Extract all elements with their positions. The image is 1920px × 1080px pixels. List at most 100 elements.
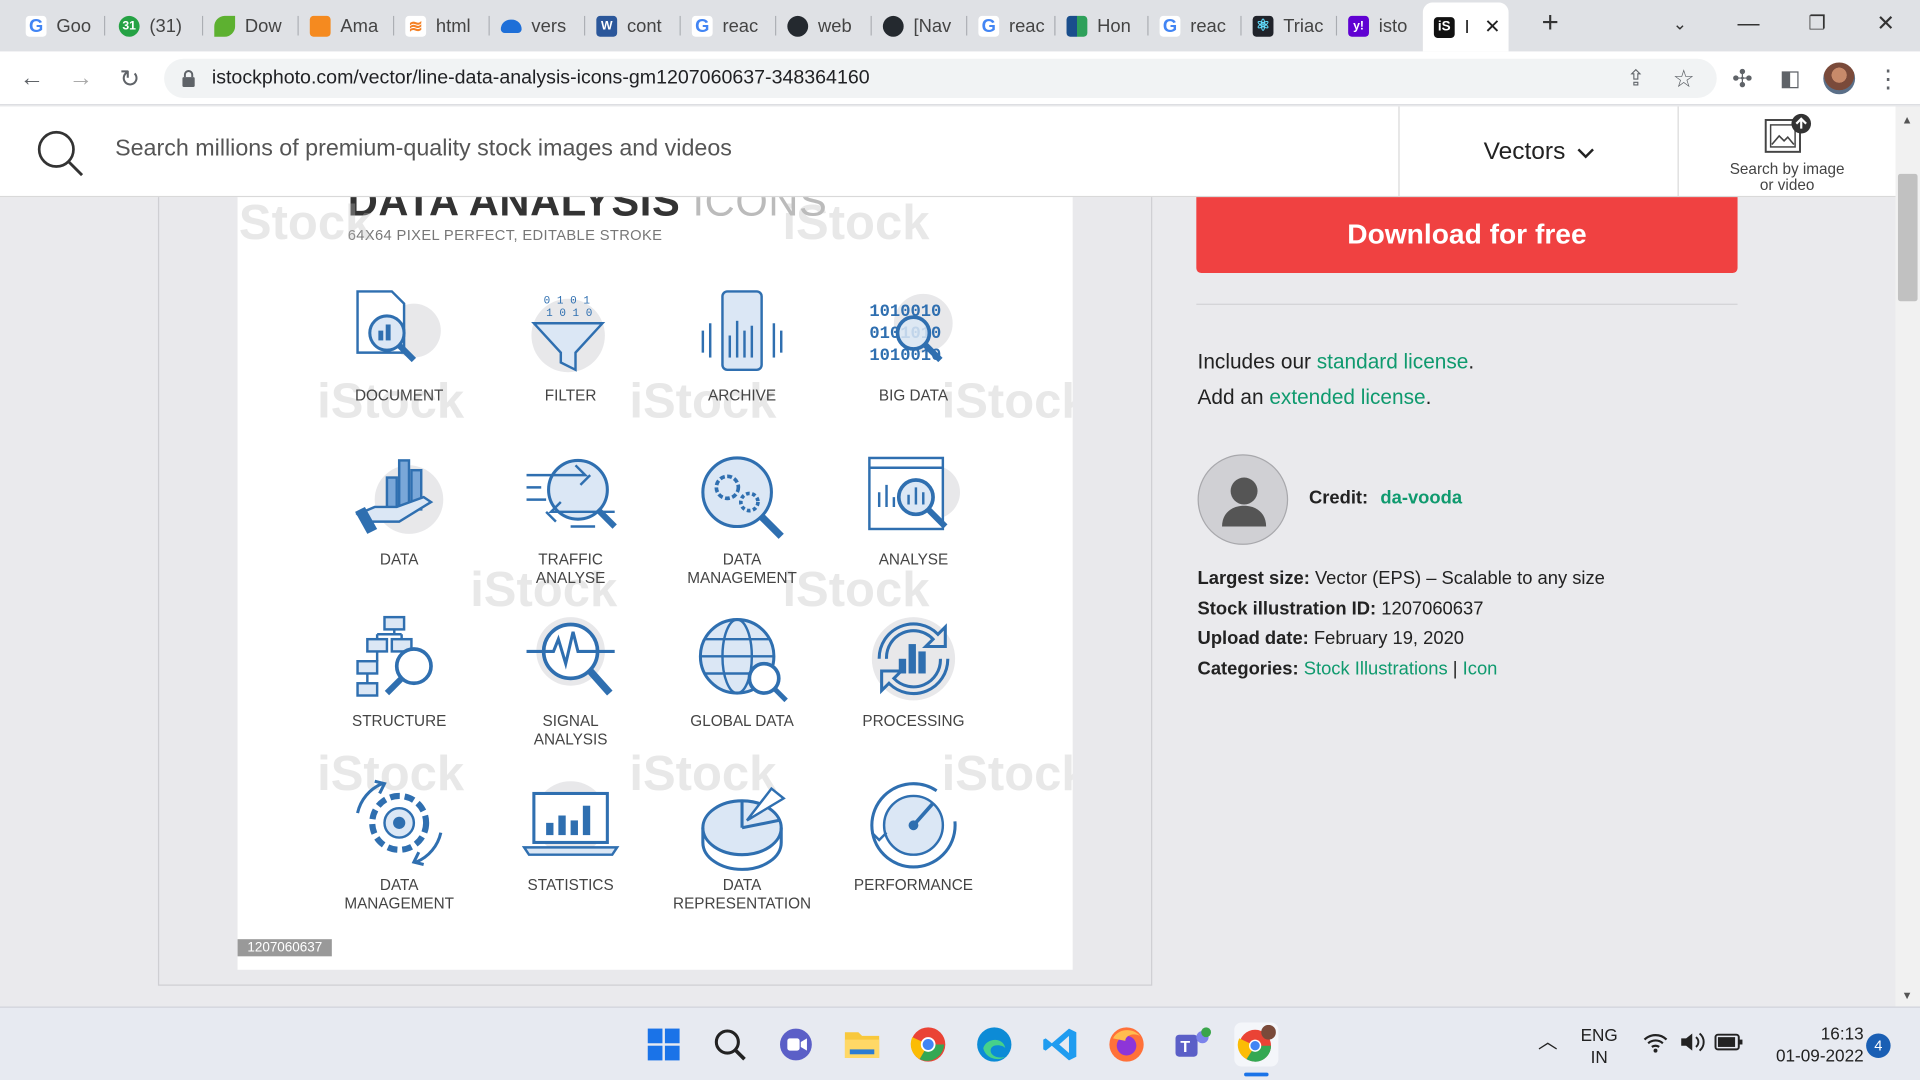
- icon-label: GLOBAL DATA: [690, 712, 794, 730]
- browser-tab[interactable]: Hon: [1056, 7, 1149, 44]
- extensions-icon[interactable]: ✣: [1725, 61, 1759, 95]
- browser-tab[interactable]: G reac: [681, 7, 777, 44]
- search-by-image-button[interactable]: Search by image or video: [1679, 107, 1896, 198]
- wifi-icon[interactable]: [1641, 1030, 1670, 1080]
- chrome-profile-icon[interactable]: [1234, 1022, 1279, 1077]
- media-type-dropdown[interactable]: Vectors: [1400, 107, 1679, 198]
- page-content: DATA ANALYSIS ICONS 64X64 PIXEL PERFECT,…: [0, 197, 1896, 1007]
- hand-chart-icon: [355, 459, 444, 534]
- back-icon[interactable]: ←: [15, 61, 49, 95]
- scrollbar-thumb[interactable]: [1897, 173, 1918, 302]
- icon-label: PERFORMANCE: [853, 876, 973, 894]
- volume-icon[interactable]: [1678, 1030, 1707, 1080]
- url-text: istockphoto.com/vector/line-data-analysi…: [211, 67, 870, 89]
- vscode-icon[interactable]: [1038, 1022, 1082, 1066]
- preview-icon-tile: TRAFFIC ANALYSE: [485, 451, 656, 588]
- preview-icon-tile: DATA: [313, 451, 484, 570]
- site-header: Vectors Search by image or video: [0, 106, 1896, 198]
- browser-tab[interactable]: G Goo: [15, 7, 106, 44]
- preview-icon-tile: PERFORMANCE: [828, 776, 999, 895]
- browser-tab[interactable]: G reac: [1149, 7, 1242, 44]
- language-indicator[interactable]: ENG IN: [1572, 1024, 1626, 1080]
- search-icon[interactable]: [708, 1022, 752, 1066]
- whatsapp-icon: 31: [118, 15, 140, 37]
- google-icon: G: [978, 15, 1000, 37]
- signal-search-icon: [526, 617, 615, 696]
- preview-icon-tile: DATA MANAGEMENT: [656, 451, 827, 588]
- category-link-icon[interactable]: Icon: [1463, 659, 1498, 680]
- browser-tab[interactable]: Dow: [203, 7, 299, 44]
- preview-image[interactable]: DATA ANALYSIS ICONS 64X64 PIXEL PERFECT,…: [237, 197, 1073, 970]
- close-tab-icon[interactable]: ✕: [1484, 15, 1500, 39]
- preview-icon-tile: PROCESSING: [828, 612, 999, 731]
- browser-tab[interactable]: ⚛ Triac: [1242, 7, 1338, 44]
- google-icon: G: [1159, 15, 1181, 37]
- funnel-icon: 0 1 0 11 0 1 0: [531, 296, 606, 373]
- browser-tab[interactable]: web: [776, 7, 872, 44]
- bookmark-star-icon[interactable]: ☆: [1667, 61, 1701, 95]
- preview-icon-tile: DATA REPRESENTATION: [656, 776, 827, 913]
- contributor-avatar[interactable]: [1197, 454, 1289, 545]
- categories-line: Categories: Stock Illustrations | Icon: [1197, 658, 1498, 680]
- windows-taskbar: T ︿ ENG IN 16:13 01-09-2022 4: [0, 1006, 1920, 1080]
- tab-label: I: [1464, 16, 1470, 38]
- browser-tab[interactable]: G reac: [967, 7, 1056, 44]
- battery-icon[interactable]: [1714, 1031, 1743, 1080]
- scroll-up-icon[interactable]: ▲: [1902, 114, 1913, 126]
- tab-label: html: [435, 15, 471, 37]
- file-explorer-icon[interactable]: [840, 1022, 884, 1066]
- browser-tab[interactable]: 31 (31): [108, 7, 204, 44]
- binary-search-icon: 101001001010101010010: [869, 293, 953, 366]
- tab-label: web: [817, 15, 852, 37]
- gears-search-icon: [701, 456, 784, 539]
- browser-tab[interactable]: [Nav: [872, 7, 968, 44]
- browser-tab-active[interactable]: iS I ✕: [1422, 2, 1509, 52]
- browser-tab[interactable]: vers: [490, 7, 586, 44]
- contributor-link[interactable]: da-vooda: [1380, 487, 1462, 508]
- chat-icon[interactable]: [774, 1022, 818, 1066]
- notification-badge[interactable]: 4: [1866, 1033, 1891, 1058]
- edge-icon[interactable]: [972, 1022, 1016, 1066]
- clock[interactable]: 16:13 01-09-2022: [1756, 1022, 1864, 1080]
- profile-avatar[interactable]: [1822, 61, 1856, 95]
- reload-icon[interactable]: ↻: [113, 61, 147, 95]
- restore-icon[interactable]: ❐: [1783, 0, 1852, 47]
- address-bar[interactable]: istockphoto.com/vector/line-data-analysi…: [164, 58, 1717, 98]
- browser-tab[interactable]: Ama: [299, 7, 395, 44]
- icon-label: PROCESSING: [862, 712, 965, 730]
- start-icon[interactable]: [642, 1022, 686, 1066]
- cycle-chart-icon: [871, 617, 956, 701]
- browser-tab[interactable]: ≋ html: [394, 7, 490, 44]
- tab-label: reac: [722, 15, 759, 37]
- search-icon[interactable]: [34, 127, 85, 185]
- media-type-label: Vectors: [1483, 137, 1566, 165]
- scroll-down-icon[interactable]: ▼: [1902, 989, 1913, 1001]
- tab-strip: G Goo 31 (31) Dow Ama ≋ html vers W cont…: [0, 0, 1920, 52]
- extended-license-link[interactable]: extended license: [1269, 386, 1425, 409]
- upload-date-line: Upload date: February 19, 2020: [1197, 628, 1464, 649]
- new-tab-icon[interactable]: +: [1516, 0, 1585, 47]
- browser-tab[interactable]: W cont: [585, 7, 681, 44]
- teams-icon[interactable]: T: [1171, 1022, 1215, 1066]
- icon-label: FILTER: [544, 386, 597, 405]
- minimize-icon[interactable]: —: [1714, 0, 1783, 47]
- search-by-image-label-2: or video: [1759, 176, 1815, 194]
- share-icon[interactable]: ⇪: [1619, 61, 1653, 95]
- chrome-icon[interactable]: [906, 1022, 950, 1066]
- standard-license-link[interactable]: standard license: [1317, 350, 1469, 373]
- preview-icon-tile: DOCUMENT: [313, 287, 484, 406]
- side-panel-icon[interactable]: ◧: [1773, 61, 1807, 95]
- tab-search-icon[interactable]: ⌄: [1646, 0, 1715, 47]
- browser-tab[interactable]: y! isto: [1337, 7, 1423, 44]
- search-input[interactable]: [115, 135, 1340, 163]
- download-for-free-button[interactable]: Download for free: [1196, 197, 1738, 274]
- lock-icon: [181, 70, 196, 87]
- window-chart-search-icon: [868, 456, 961, 531]
- menu-kebab-icon[interactable]: ⋮: [1871, 61, 1905, 95]
- firefox-icon[interactable]: [1104, 1022, 1148, 1066]
- forward-icon[interactable]: →: [64, 61, 98, 95]
- tab-label: cont: [626, 15, 662, 37]
- show-hidden-icons-chevron[interactable]: ︿: [1531, 1032, 1565, 1080]
- category-link-stock-illustrations[interactable]: Stock Illustrations: [1304, 659, 1448, 680]
- close-window-icon[interactable]: ✕: [1851, 0, 1920, 47]
